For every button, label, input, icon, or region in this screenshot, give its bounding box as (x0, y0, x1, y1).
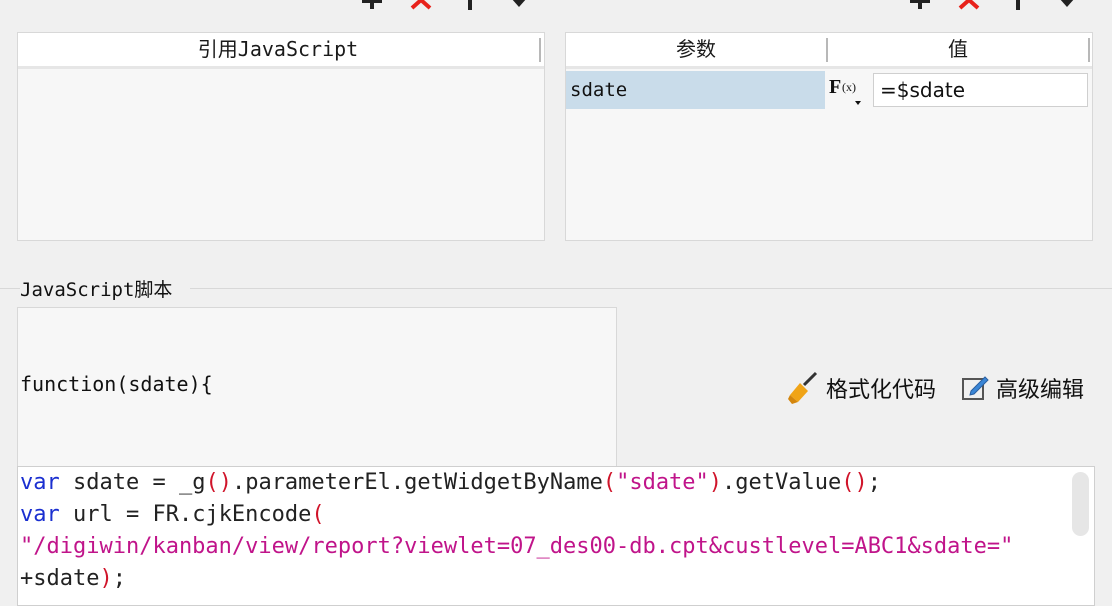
code-paren: () (841, 470, 868, 495)
code-string: "/digiwin/kanban/view/report?viewlet=07_… (20, 534, 1014, 559)
code-text: .parameterEl.getWidgetByName (231, 470, 603, 495)
move-up-icon (468, 0, 472, 10)
code-line: +sdate); (20, 563, 1013, 595)
left-toolbar (348, 0, 544, 16)
referenced-js-title: 引用JavaScript (197, 37, 359, 61)
svg-text:(x): (x) (842, 80, 856, 94)
code-paren: ( (311, 502, 325, 527)
referenced-js-header: 引用JavaScript (18, 33, 544, 69)
move-param-up-button[interactable] (994, 0, 1043, 16)
broom-icon (788, 371, 818, 404)
format-code-button[interactable]: 格式化代码 (786, 370, 936, 406)
code-line: var url = FR.cjkEncode( (20, 499, 1013, 531)
code-text: ; (112, 566, 126, 591)
add-button[interactable] (348, 0, 397, 16)
code-text: +sdate (20, 566, 100, 591)
code-text: ; (867, 470, 882, 495)
add-param-button[interactable] (896, 0, 945, 16)
code-keyword: var (20, 470, 60, 495)
script-section-legend: JavaScript脚本 (20, 275, 177, 302)
move-down-button[interactable] (495, 0, 544, 16)
delete-icon (410, 0, 432, 10)
param-column-header[interactable]: 参数 (566, 33, 826, 66)
code-paren: () (205, 470, 232, 495)
advanced-edit-label: 高级编辑 (996, 378, 1085, 403)
param-name-cell[interactable]: sdate (566, 71, 825, 109)
code-text: sdate = _g (59, 470, 206, 495)
code-editor[interactable]: var sdate = _g().parameterEl.getWidgetBy… (17, 466, 1095, 606)
code-paren: ( (602, 470, 617, 495)
code-line: var sdate = _g().parameterEl.getWidgetBy… (20, 467, 1013, 499)
delete-button[interactable] (397, 0, 446, 16)
column-separator[interactable] (1088, 38, 1090, 62)
move-up-button[interactable] (446, 0, 495, 16)
move-down-icon (512, 0, 526, 7)
code-text: .getValue (722, 470, 842, 495)
code-text: url = FR.cjkEncode (59, 502, 312, 527)
delete-icon (958, 0, 980, 10)
svg-text:F: F (829, 76, 841, 98)
move-up-icon (1016, 0, 1020, 10)
formula-icon: F (x) (829, 76, 861, 105)
code-line: "/digiwin/kanban/view/report?viewlet=07_… (20, 531, 1013, 563)
move-param-down-button[interactable] (1043, 0, 1092, 16)
add-icon (910, 0, 930, 9)
fieldset-border (0, 288, 20, 289)
code-keyword: var (20, 502, 60, 527)
right-toolbar (896, 0, 1092, 16)
function-signature-box: function(sdate){ (17, 307, 617, 467)
value-column-header[interactable]: 值 (828, 33, 1088, 66)
formula-button[interactable]: F (x) (827, 71, 871, 109)
format-code-label: 格式化代码 (826, 378, 937, 403)
move-down-icon (1060, 0, 1074, 7)
editor-scrollbar[interactable] (1072, 472, 1089, 536)
add-icon (362, 0, 382, 9)
function-signature: function(sdate){ (20, 372, 213, 396)
advanced-edit-button[interactable]: 高级编辑 (960, 370, 1084, 406)
column-separator[interactable] (539, 38, 541, 62)
code-paren: ) (99, 566, 113, 591)
code-content: var sdate = _g().parameterEl.getWidgetBy… (20, 467, 1013, 595)
code-string: "sdate" (616, 470, 709, 495)
parameters-panel: 参数 值 sdate F (x) =$sdate (565, 32, 1093, 241)
fieldset-border (190, 288, 1112, 289)
code-paren: ) (708, 470, 723, 495)
param-value-input[interactable]: =$sdate (873, 73, 1088, 107)
delete-param-button[interactable] (945, 0, 994, 16)
parameters-header: 参数 值 (566, 33, 1092, 69)
edit-icon (962, 376, 989, 400)
referenced-js-panel[interactable]: 引用JavaScript (17, 32, 545, 241)
